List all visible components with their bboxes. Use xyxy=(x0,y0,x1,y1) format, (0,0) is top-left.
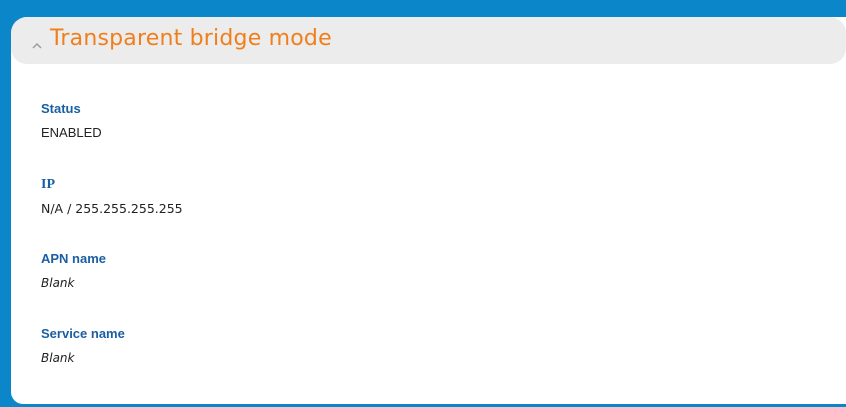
status-field: Status ENABLED xyxy=(41,101,102,141)
ip-field: IP N/A / 255.255.255.255 xyxy=(41,177,183,217)
status-label: Status xyxy=(41,101,81,116)
panel-title: Transparent bridge mode xyxy=(50,26,332,51)
apn-name-value: Blank xyxy=(41,276,75,290)
ip-label: IP xyxy=(41,177,55,192)
page: { "panel": { "title": "Transparent bridg… xyxy=(0,0,846,407)
service-name-field: Service name Blank xyxy=(41,326,125,366)
ip-value: N/A / 255.255.255.255 xyxy=(41,201,183,216)
apn-name-field: APN name Blank xyxy=(41,251,106,291)
service-name-label: Service name xyxy=(41,326,125,341)
status-value: ENABLED xyxy=(41,125,102,140)
apn-name-label: APN name xyxy=(41,251,107,266)
service-name-value: Blank xyxy=(41,351,75,365)
transparent-bridge-panel: Transparent bridge mode Status ENABLED I… xyxy=(11,17,846,404)
chevron-up-icon[interactable] xyxy=(31,36,43,49)
panel-header-toggle[interactable]: Transparent bridge mode xyxy=(11,17,846,64)
